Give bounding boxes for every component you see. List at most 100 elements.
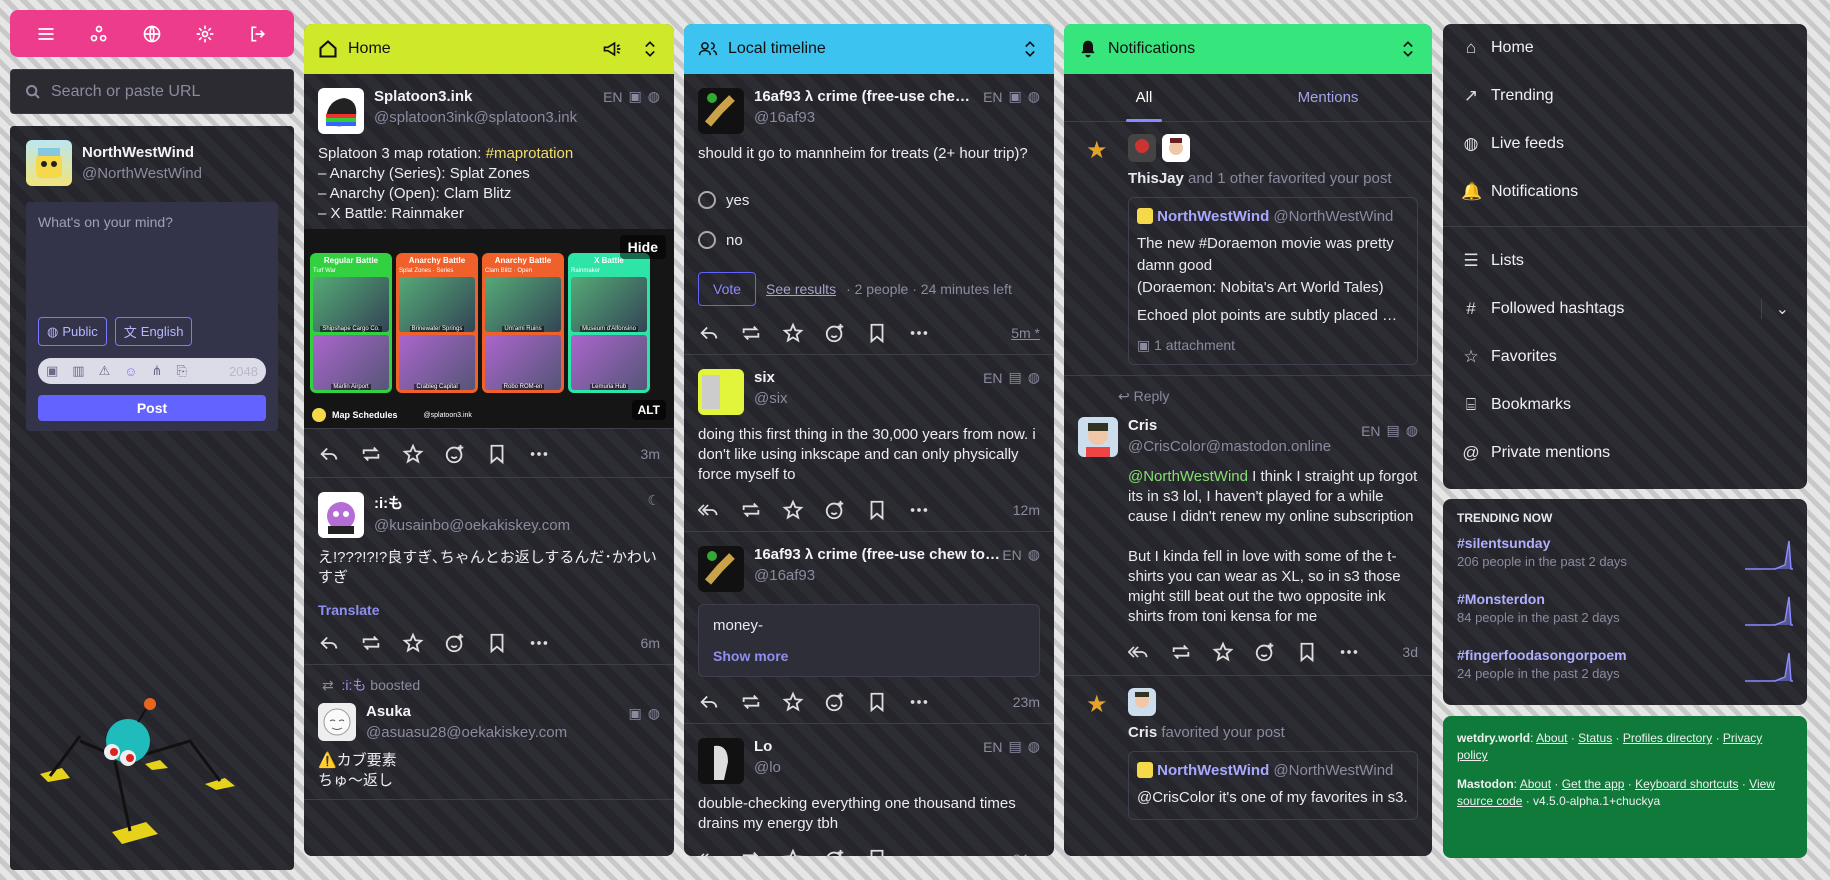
account-name[interactable]: NorthWestWind: [82, 144, 202, 161]
reply-icon[interactable]: [698, 691, 720, 713]
status-time[interactable]: 5m *: [1011, 325, 1040, 341]
visibility-button[interactable]: ◍ Public: [38, 317, 107, 346]
more-icon[interactable]: [528, 632, 550, 654]
federation-icon[interactable]: [89, 24, 109, 44]
emoji-reaction-icon[interactable]: [824, 499, 846, 521]
bookmark-icon[interactable]: [486, 443, 508, 465]
footer-link[interactable]: About: [1520, 777, 1551, 791]
vote-button[interactable]: Vote: [698, 272, 757, 306]
status-time[interactable]: 24m: [1013, 851, 1040, 856]
settings-icon[interactable]: [195, 24, 215, 44]
tag-name[interactable]: #fingerfoodasongorpoem: [1457, 647, 1793, 663]
avatar[interactable]: [318, 703, 356, 741]
status[interactable]: six @six EN ▤ ◍ doing this first thing in t…: [684, 355, 1054, 532]
sidebar-item-home[interactable]: ⌂ Home: [1443, 24, 1807, 72]
more-icon[interactable]: [908, 848, 930, 856]
footer-link[interactable]: Keyboard shortcuts: [1635, 777, 1738, 791]
notifications-column-header[interactable]: Notifications: [1064, 24, 1432, 74]
more-icon[interactable]: [528, 443, 550, 465]
column-settings-icon[interactable]: [640, 39, 660, 59]
bookmark-icon[interactable]: [866, 848, 888, 856]
status-time[interactable]: 12m: [1013, 502, 1040, 518]
alt-badge[interactable]: ALT: [631, 400, 666, 420]
tag-name[interactable]: #silentsunday: [1457, 535, 1793, 551]
emoji-reaction-icon[interactable]: [824, 848, 846, 856]
media-icon[interactable]: ▣: [46, 363, 58, 379]
favorite-icon[interactable]: [1212, 641, 1234, 663]
boost-icon[interactable]: [360, 443, 382, 465]
avatar[interactable]: [318, 88, 364, 134]
status-display-name[interactable]: Splatoon3.ink: [374, 88, 577, 105]
status-time[interactable]: 23m: [1013, 694, 1040, 710]
hashtag-link[interactable]: #maprotation: [486, 145, 574, 162]
poll-icon[interactable]: ▥: [72, 363, 84, 379]
more-icon[interactable]: [908, 499, 930, 521]
avatar[interactable]: [698, 546, 744, 592]
bookmark-icon[interactable]: [1296, 641, 1318, 663]
media-gallery[interactable]: Regular Battle Turf War Shipshape Cargo Co…: [304, 229, 674, 429]
post-button[interactable]: Post: [38, 395, 266, 421]
footer-link[interactable]: Status: [1578, 731, 1612, 745]
reply-all-icon[interactable]: [698, 499, 720, 521]
status-time[interactable]: 3d: [1402, 644, 1418, 660]
favorite-icon[interactable]: [402, 632, 424, 654]
language-button[interactable]: 文 English: [114, 317, 193, 346]
bookmark-icon[interactable]: [486, 632, 508, 654]
status[interactable]: Splatoon3.ink @splatoon3ink@splatoon3.ink…: [304, 74, 674, 237]
mention-link[interactable]: @NorthWestWind: [1128, 468, 1248, 485]
quoted-status[interactable]: NorthWestWind @NorthWestWind The new #Do…: [1128, 197, 1418, 365]
trending-tag[interactable]: #fingerfoodasongorpoem 24 people in the p…: [1457, 647, 1793, 703]
boost-icon[interactable]: [740, 691, 762, 713]
logout-icon[interactable]: [248, 24, 268, 44]
status[interactable]: 16af93 λ crime (free-use che… @16af93 EN ▣…: [684, 74, 1054, 355]
boost-icon[interactable]: [360, 632, 382, 654]
sidebar-item-lists[interactable]: ☰ Lists: [1443, 237, 1807, 285]
more-icon[interactable]: [1338, 641, 1360, 663]
bookmark-icon[interactable]: [866, 322, 888, 344]
sidebar-item-private-mentions[interactable]: @ Private mentions: [1443, 429, 1807, 477]
more-icon[interactable]: [908, 322, 930, 344]
search-input[interactable]: Search or paste URL: [51, 83, 200, 101]
trending-tag[interactable]: #Monsterdon 84 people in the past 2 days: [1457, 591, 1793, 647]
compose-textarea[interactable]: What's on your mind?: [26, 202, 278, 242]
status-display-name[interactable]: Lo: [754, 738, 781, 755]
boost-icon[interactable]: [740, 499, 762, 521]
boost-icon[interactable]: [740, 322, 762, 344]
status-display-name[interactable]: six: [754, 369, 788, 386]
tag-name[interactable]: #Monsterdon: [1457, 591, 1793, 607]
notification-actor[interactable]: Cris: [1128, 724, 1157, 741]
status-display-name[interactable]: Asuka: [366, 703, 567, 720]
tab-all[interactable]: All: [1064, 74, 1224, 122]
avatar[interactable]: [698, 738, 744, 784]
status[interactable]: ⇄ :i:も boosted Asuka @asuasu28@oekakiskey…: [304, 665, 674, 800]
status-display-name[interactable]: :i:も: [374, 492, 570, 513]
avatar[interactable]: [26, 140, 72, 186]
emoji-reaction-icon[interactable]: [824, 322, 846, 344]
footer-link[interactable]: Profiles directory: [1623, 731, 1712, 745]
poll-option[interactable]: no: [698, 220, 1040, 260]
status-time[interactable]: 6m: [641, 635, 660, 651]
favorite-icon[interactable]: [782, 499, 804, 521]
avatar[interactable]: [1128, 134, 1156, 162]
status-display-name[interactable]: 16af93 λ crime (free-use che…: [754, 88, 970, 105]
favorite-icon[interactable]: [782, 322, 804, 344]
status-display-name[interactable]: 16af93 λ crime (free-use chew to…: [754, 546, 1000, 563]
status[interactable]: :i:も @kusainbo@oekakiskey.com ☾ え!???!?!?…: [304, 478, 674, 665]
notification-favourite[interactable]: ★ Cris favorited your post NorthWestWind…: [1064, 676, 1432, 830]
reply-icon[interactable]: [698, 322, 720, 344]
poll-option[interactable]: yes: [698, 180, 1040, 220]
status-display-name[interactable]: Cris: [1128, 417, 1331, 434]
sidebar-item-notifications[interactable]: 🔔 Notifications: [1443, 168, 1807, 216]
status[interactable]: Lo @lo EN ▤ ◍ double-checking everything on…: [684, 724, 1054, 856]
emoji-icon[interactable]: ☺: [124, 364, 137, 379]
menu-icon[interactable]: [36, 24, 56, 44]
emoji-reaction-icon[interactable]: [444, 443, 466, 465]
column-settings-icon[interactable]: [1398, 39, 1418, 59]
sidebar-item-trending[interactable]: ↗ Trending: [1443, 72, 1807, 120]
avatar[interactable]: [1162, 134, 1190, 162]
reply-all-icon[interactable]: [1128, 641, 1150, 663]
trending-tag[interactable]: #silentsunday 206 people in the past 2 da…: [1457, 535, 1793, 591]
bookmark-icon[interactable]: [866, 691, 888, 713]
quote-icon[interactable]: ⎘: [176, 363, 186, 379]
avatar[interactable]: [1128, 688, 1156, 716]
